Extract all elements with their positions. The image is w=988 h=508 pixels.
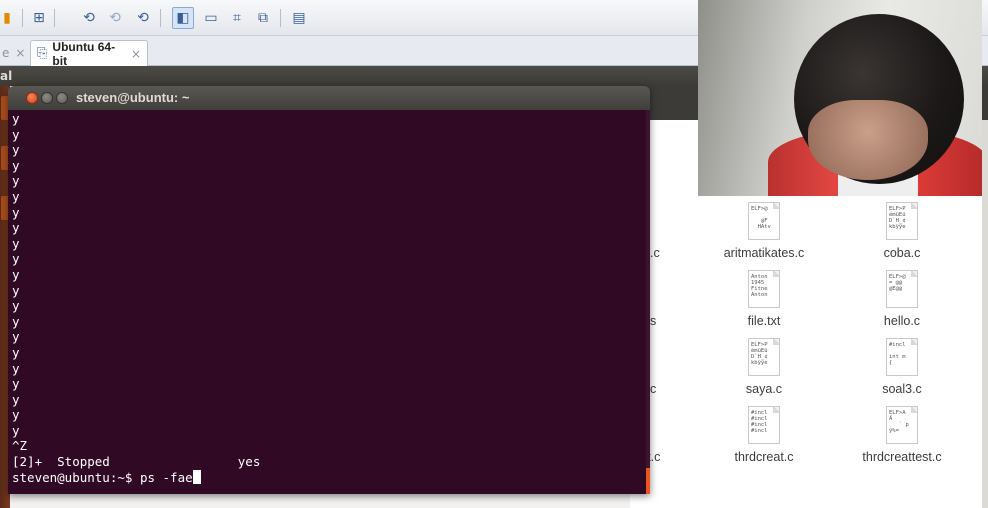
terminal-line: y bbox=[12, 391, 20, 407]
file-name: saya.c bbox=[745, 382, 783, 396]
terminal-line: y bbox=[12, 298, 20, 314]
file-item[interactable]: #incl int m { soal3.c bbox=[842, 338, 962, 396]
file-item[interactable]: Anton 1945 Fitne Anton file.txt bbox=[704, 270, 824, 328]
terminal-output[interactable]: y y y y y y y y y y y y y y y y y y y y … bbox=[8, 110, 650, 494]
window-minimize-button[interactable] bbox=[41, 92, 53, 104]
vm-power-icon[interactable]: ▮ bbox=[0, 7, 18, 29]
thumbnail-icon[interactable]: ▤ bbox=[288, 7, 310, 29]
text-file-icon: #incl #incl #incl #incl bbox=[748, 406, 780, 444]
snapshot-icon[interactable]: ⟲ bbox=[78, 7, 100, 29]
terminal-scrollbar[interactable] bbox=[646, 110, 650, 494]
send-ctrl-alt-del-icon[interactable]: ⊞ bbox=[28, 7, 50, 29]
stretch-icon[interactable]: ⧉ bbox=[252, 7, 274, 29]
terminal-line: y bbox=[12, 157, 20, 173]
terminal-line: y bbox=[12, 142, 20, 158]
file-name: hello.c bbox=[883, 314, 921, 328]
file-name-partial[interactable]: s bbox=[650, 314, 656, 328]
webcam-person-face bbox=[808, 100, 928, 180]
text-file-icon: ELF>P émüEü D`H_¢ kbÿÿe bbox=[886, 202, 918, 240]
terminal-line: y bbox=[12, 251, 20, 267]
file-manager-scrollbar[interactable] bbox=[982, 120, 988, 508]
terminal-line: y bbox=[12, 360, 20, 376]
terminal-line: y bbox=[12, 126, 20, 142]
file-name: coba.c bbox=[883, 246, 921, 260]
terminal-prompt-line[interactable]: steven@ubuntu:~$ ps -fae bbox=[12, 469, 260, 486]
file-name: file.txt bbox=[747, 314, 781, 328]
terminal-line: y bbox=[12, 173, 20, 189]
console-view-icon[interactable]: ◧ bbox=[172, 7, 194, 29]
text-file-icon: ELF>@ @F HAtv bbox=[748, 202, 780, 240]
toolbar-separator bbox=[280, 9, 281, 27]
file-item[interactable]: ELF>A Ä ` p ÿ%= thrdcreattest.c bbox=[842, 406, 962, 464]
active-app-name: al bbox=[0, 69, 13, 83]
terminal-line: y bbox=[12, 266, 20, 282]
file-name-partial[interactable]: .c bbox=[650, 246, 660, 260]
terminal-prompt: steven@ubuntu:~$ bbox=[12, 469, 140, 485]
file-name: aritmatikates.c bbox=[723, 246, 805, 260]
terminal-scrollbar-thumb[interactable] bbox=[646, 468, 650, 494]
text-file-icon: #incl int m { bbox=[886, 338, 918, 376]
revert-snapshot-icon[interactable]: ⟲ bbox=[104, 7, 126, 29]
text-file-icon: ELF>P émüEü D`H_¢ kbÿÿe bbox=[748, 338, 780, 376]
file-name-partial[interactable]: c bbox=[650, 382, 656, 396]
terminal-cursor bbox=[192, 469, 201, 484]
file-item[interactable]: #incl #incl #incl #incl thrdcreat.c bbox=[704, 406, 824, 464]
terminal-line: y bbox=[12, 376, 20, 392]
terminal-line: y bbox=[12, 204, 20, 220]
terminal-title: steven@ubuntu: ~ bbox=[76, 90, 190, 105]
close-icon[interactable]: × bbox=[131, 47, 141, 61]
terminal-window: steven@ubuntu: ~ y y y y y y y y y y y y… bbox=[8, 86, 650, 494]
terminal-line: y bbox=[12, 220, 20, 236]
webcam-overlay bbox=[698, 0, 982, 196]
terminal-line: ^Z bbox=[12, 438, 28, 454]
file-name: thrdcreattest.c bbox=[862, 450, 942, 464]
toolbar-separator bbox=[54, 9, 55, 27]
home-icon: e bbox=[2, 46, 10, 60]
toolbar-separator bbox=[22, 9, 23, 27]
terminal-line: y bbox=[12, 188, 20, 204]
file-item[interactable]: ELF>@ @F HAtv aritmatikates.c bbox=[704, 202, 824, 260]
tab-label: Ubuntu 64-bit bbox=[52, 39, 116, 68]
terminal-line: [2]+ Stopped yes bbox=[12, 454, 261, 470]
fullscreen-icon[interactable]: ▭ bbox=[200, 7, 222, 29]
text-file-icon: ELF>@ = @@ @E@@ bbox=[886, 270, 918, 308]
terminal-line: y bbox=[12, 329, 20, 345]
terminal-titlebar[interactable]: steven@ubuntu: ~ bbox=[8, 86, 650, 110]
terminal-line: y bbox=[12, 111, 20, 126]
terminal-line: y bbox=[12, 235, 20, 251]
text-file-icon: ELF>A Ä ` p ÿ%= bbox=[886, 406, 918, 444]
terminal-line: y bbox=[12, 422, 20, 438]
unity-icon[interactable]: ⌗ bbox=[226, 7, 248, 29]
file-item[interactable]: ELF>@ = @@ @E@@ hello.c bbox=[842, 270, 962, 328]
toolbar-separator bbox=[160, 9, 161, 27]
terminal-line: y bbox=[12, 344, 20, 360]
vm-icon: ⎘ bbox=[37, 46, 48, 61]
file-item[interactable]: ELF>P émüEü D`H_¢ kbÿÿe coba.c bbox=[842, 202, 962, 260]
terminal-line: y bbox=[12, 407, 20, 423]
tab-ubuntu-64-bit[interactable]: ⎘ Ubuntu 64-bit × bbox=[30, 39, 148, 68]
file-item[interactable]: ELF>P émüEü D`H_¢ kbÿÿe saya.c bbox=[704, 338, 824, 396]
window-maximize-button[interactable] bbox=[56, 92, 68, 104]
file-name: soal3.c bbox=[882, 382, 922, 396]
text-file-icon: Anton 1945 Fitne Anton bbox=[748, 270, 780, 308]
terminal-line: y bbox=[12, 313, 20, 329]
terminal-lines: y y y y y y y y y y y y y y y y y y y y … bbox=[12, 111, 260, 485]
terminal-command: ps -fae bbox=[139, 469, 193, 485]
tab-previous[interactable]: e × bbox=[0, 40, 28, 66]
snapshot-manager-icon[interactable]: ⟲ bbox=[132, 7, 154, 29]
terminal-line: y bbox=[12, 282, 20, 298]
file-name: thrdcreat.c bbox=[734, 450, 794, 464]
close-icon[interactable]: × bbox=[15, 46, 25, 60]
window-close-button[interactable] bbox=[26, 92, 38, 104]
